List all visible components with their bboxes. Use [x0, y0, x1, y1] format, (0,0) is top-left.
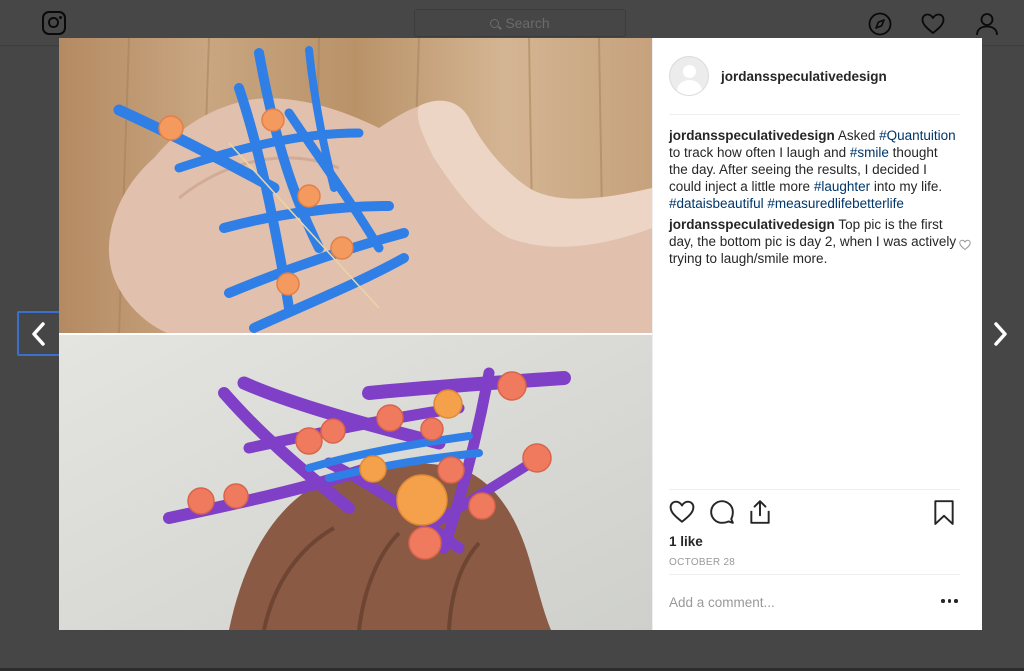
reply-comment: jordansspeculativedesign Top pic is the …: [669, 216, 971, 267]
comments-list: jordansspeculativedesign Asked #Quantuit…: [669, 127, 971, 271]
post-photo-collage: [59, 38, 652, 630]
post-modal: jordansspeculativedesign jordansspeculat…: [59, 38, 982, 630]
like-count[interactable]: 1 like: [669, 534, 703, 549]
post-header: jordansspeculativedesign: [653, 38, 983, 114]
chevron-right-icon: [994, 321, 1007, 346]
profile-icon[interactable]: [975, 12, 999, 36]
comment-like-heart-icon[interactable]: [959, 239, 971, 251]
header-divider: [669, 114, 960, 115]
caption-comment: jordansspeculativedesign Asked #Quantuit…: [669, 127, 959, 212]
like-heart-icon[interactable]: [669, 499, 695, 525]
post-image[interactable]: [59, 38, 652, 630]
hashtag-link[interactable]: #laughter: [814, 179, 870, 194]
post-actions: [669, 499, 961, 527]
add-comment-input[interactable]: Add a comment...: [669, 595, 775, 610]
post-date[interactable]: OCTOBER 28: [669, 557, 735, 568]
actions-divider: [669, 489, 960, 490]
hashtag-link[interactable]: #smile: [850, 145, 889, 160]
comment-bubble-icon[interactable]: [709, 499, 735, 525]
hashtag-link[interactable]: #Quantuition: [879, 128, 956, 143]
chevron-left-icon: [32, 321, 45, 346]
share-upload-icon[interactable]: [747, 499, 773, 525]
comment-author[interactable]: jordansspeculativedesign: [669, 217, 835, 232]
more-dot: [941, 599, 945, 603]
search-placeholder: Search: [505, 15, 550, 31]
next-post-button[interactable]: [985, 311, 1015, 356]
more-dot: [947, 599, 951, 603]
heart-icon[interactable]: [921, 12, 945, 36]
more-dot: [954, 599, 958, 603]
previous-post-button[interactable]: [17, 311, 61, 356]
compass-icon[interactable]: [868, 12, 892, 36]
post-sidebar: jordansspeculativedesign jordansspeculat…: [652, 38, 982, 630]
hashtag-link[interactable]: #measuredlifebetterlife: [767, 196, 904, 211]
comment-divider: [669, 574, 960, 575]
search-input[interactable]: Search: [414, 9, 626, 37]
search-icon: [490, 18, 500, 28]
comment-author[interactable]: jordansspeculativedesign: [669, 128, 835, 143]
avatar[interactable]: [669, 56, 709, 96]
save-bookmark-icon[interactable]: [931, 499, 957, 525]
instagram-logo-icon[interactable]: [42, 11, 66, 35]
hashtag-link[interactable]: #dataisbeautiful: [669, 196, 764, 211]
more-options-button[interactable]: [941, 596, 959, 606]
post-author-username[interactable]: jordansspeculativedesign: [721, 69, 887, 84]
